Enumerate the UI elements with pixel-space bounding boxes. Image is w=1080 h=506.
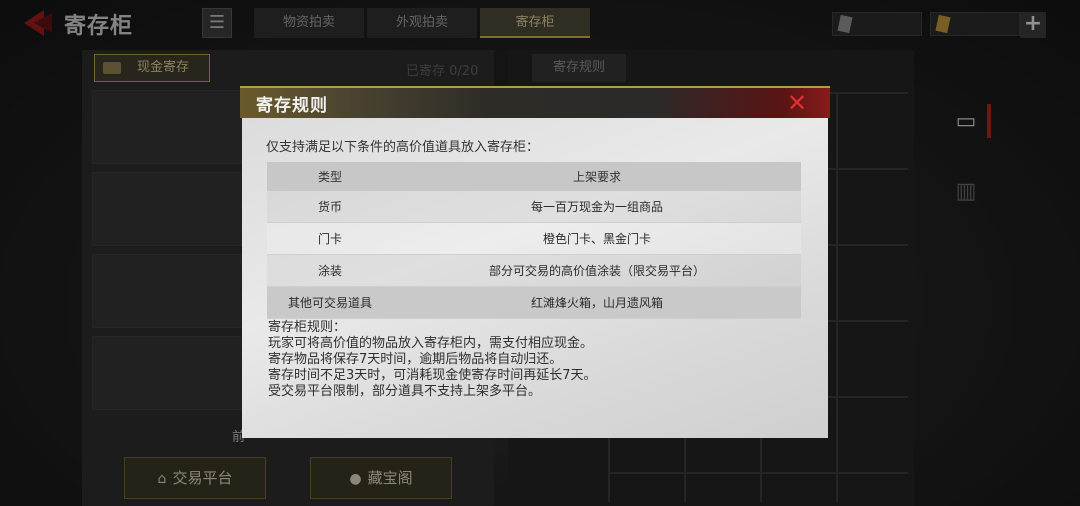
table-header-type: 类型	[267, 162, 393, 191]
table-row: 涂装 部分可交易的高价值涂装（限交易平台）	[267, 254, 801, 287]
table-cell: 其他可交易道具	[267, 286, 393, 319]
rules-table: 类型 上架要求 货币 每一百万现金为一组商品 门卡 橙色门卡、黑金门卡 涂装 部…	[267, 162, 801, 319]
table-cell: 每一百万现金为一组商品	[393, 191, 801, 223]
dialog-title: 寄存规则	[256, 96, 328, 116]
table-cell: 部分可交易的高价值涂装（限交易平台）	[393, 254, 801, 287]
table-header-requirement: 上架要求	[393, 162, 801, 191]
table-row: 其他可交易道具 红滩烽火箱，山月遗风箱	[267, 286, 801, 319]
note-line: 寄存时间不足3天时，可消耗现金使寄存时间再延长7天。	[268, 368, 597, 383]
dialog-header: 寄存规则 ✕	[240, 86, 830, 118]
rules-intro: 仅支持满足以下条件的高价值道具放入寄存柜：	[266, 140, 540, 155]
note-line: 寄存物品将保存7天时间，逾期后物品将自动归还。	[268, 352, 563, 367]
note-line: 受交易平台限制，部分道具不支持上架多平台。	[268, 384, 542, 399]
table-row: 货币 每一百万现金为一组商品	[267, 191, 801, 223]
table-row: 门卡 橙色门卡、黑金门卡	[267, 222, 801, 255]
close-icon[interactable]: ✕	[784, 90, 810, 116]
notes-heading: 寄存柜规则：	[268, 320, 347, 335]
rules-notes: 寄存柜规则： 玩家可将高价值的物品放入寄存柜内，需支付相应现金。 寄存物品将保存…	[268, 320, 597, 400]
table-cell: 货币	[267, 191, 393, 223]
table-header-row: 类型 上架要求	[267, 162, 801, 191]
dialog-body: 仅支持满足以下条件的高价值道具放入寄存柜： 类型 上架要求 货币 每一百万现金为…	[242, 118, 828, 438]
table-cell: 红滩烽火箱，山月遗风箱	[393, 286, 801, 319]
table-cell: 门卡	[267, 222, 393, 255]
table-cell: 涂装	[267, 254, 393, 287]
table-cell: 橙色门卡、黑金门卡	[393, 222, 801, 255]
storage-rules-dialog: 寄存规则 ✕ 仅支持满足以下条件的高价值道具放入寄存柜： 类型 上架要求 货币 …	[240, 86, 830, 438]
note-line: 玩家可将高价值的物品放入寄存柜内，需支付相应现金。	[268, 336, 594, 351]
